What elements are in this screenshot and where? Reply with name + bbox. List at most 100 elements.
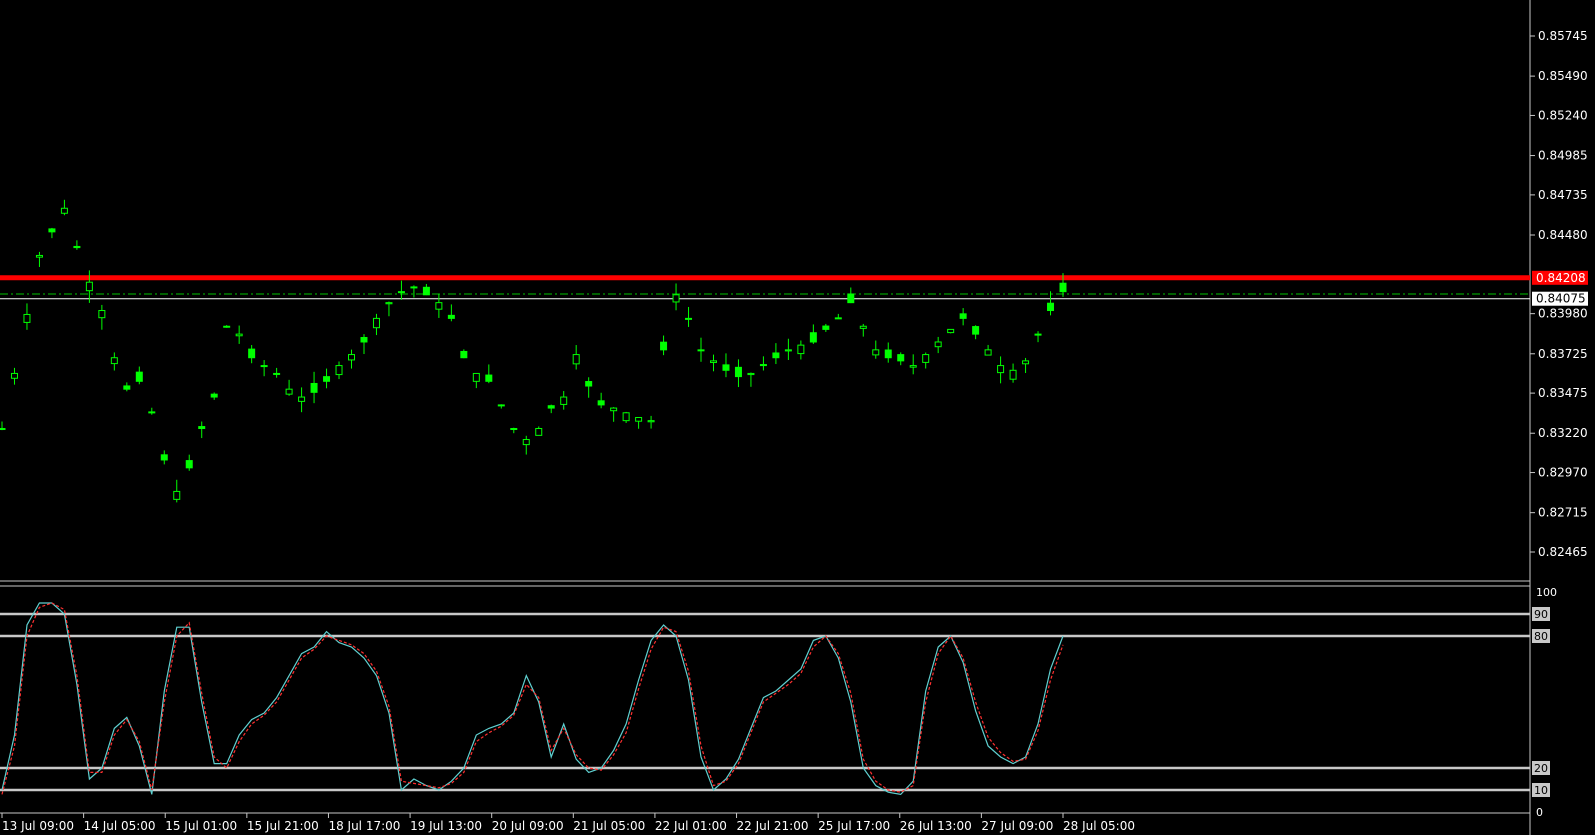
- candle-body: [1059, 282, 1067, 293]
- candle-body: [997, 365, 1005, 374]
- candle-body: [947, 328, 955, 334]
- chart-root: 0.85745 0.85490 0.85240 0.84985 0.84735 0.844…: [0, 0, 1595, 835]
- candle-body: [597, 400, 605, 406]
- candle-body: [310, 382, 318, 393]
- candle-body: [123, 385, 131, 390]
- price-tick-label: 0.82715: [1538, 506, 1588, 520]
- price-tick-label: 0.83725: [1538, 347, 1588, 361]
- candle: [947, 328, 955, 334]
- candle-body: [685, 317, 693, 320]
- candle-body: [722, 364, 730, 371]
- candle-body: [198, 426, 206, 430]
- candle-body: [897, 354, 905, 362]
- candle-body: [797, 344, 805, 355]
- candle-body: [323, 376, 331, 382]
- candle-body: [1009, 369, 1017, 380]
- time-tick-label: 21 Jul 05:00: [573, 819, 645, 833]
- candle-body: [959, 313, 967, 319]
- time-tick-label: 20 Jul 09:00: [492, 819, 564, 833]
- time-tick-label: 26 Jul 13:00: [900, 819, 972, 833]
- osc-level-label: 80: [1534, 630, 1548, 643]
- price-tick-label: 0.85240: [1538, 108, 1588, 122]
- candle-body: [23, 313, 31, 323]
- time-tick-label: 22 Jul 21:00: [737, 819, 809, 833]
- candle-body: [622, 412, 630, 422]
- time-tick-label: 14 Jul 05:00: [84, 819, 156, 833]
- candle-body: [759, 364, 767, 367]
- time-tick-label: 15 Jul 01:00: [165, 819, 237, 833]
- candle-body: [447, 314, 455, 319]
- candle-body: [909, 365, 917, 368]
- time-tick-label: 25 Jul 17:00: [818, 819, 890, 833]
- price-tick-label: 0.83980: [1538, 307, 1588, 321]
- candle-body: [422, 286, 430, 296]
- candle-body: [248, 348, 256, 359]
- candle-body: [647, 420, 655, 423]
- candle-body: [934, 341, 942, 348]
- candle-body: [148, 411, 156, 414]
- candle-body: [85, 281, 93, 292]
- candle-body: [48, 228, 56, 233]
- price-tick-label: 0.82465: [1538, 545, 1588, 559]
- candle-body: [160, 454, 168, 461]
- osc-tick-label: 100: [1536, 586, 1557, 599]
- candle-body: [660, 341, 668, 351]
- candle-body: [435, 302, 443, 310]
- candle-body: [360, 337, 368, 343]
- candle-body: [784, 349, 792, 352]
- candle-body: [822, 325, 830, 330]
- candle-body: [635, 416, 643, 422]
- candle-body: [372, 317, 380, 329]
- candle-body: [572, 354, 580, 365]
- time-tick-label: 19 Jul 13:00: [410, 819, 482, 833]
- candle-body: [410, 286, 418, 289]
- price-tick-label: 0.83475: [1538, 386, 1588, 400]
- candle-body: [397, 291, 405, 294]
- candle-body: [273, 372, 281, 375]
- time-tick-label: 13 Jul 09:00: [2, 819, 74, 833]
- candle-body: [460, 350, 468, 359]
- price-tick-label: 0.83220: [1538, 426, 1588, 440]
- candle-body: [110, 357, 118, 365]
- candle-body: [847, 293, 855, 304]
- candle-body: [510, 428, 518, 431]
- candle-body: [610, 407, 618, 412]
- price-tick-label: 0.84480: [1538, 228, 1588, 242]
- candle-body: [260, 365, 268, 368]
- candle-body: [984, 349, 992, 356]
- candle-body: [772, 352, 780, 359]
- candle-body: [672, 294, 680, 303]
- candle-body: [485, 374, 493, 382]
- osc-tick-label: 0: [1536, 806, 1543, 819]
- candle-body: [98, 310, 106, 319]
- candle-body: [285, 388, 293, 395]
- candle-body: [834, 317, 842, 320]
- candle-body: [348, 354, 356, 361]
- candle-body: [135, 371, 143, 382]
- candle-body: [1047, 302, 1055, 312]
- candle-body: [173, 490, 181, 500]
- candle-body: [547, 405, 555, 409]
- candle-body: [1034, 333, 1042, 336]
- candle-body: [10, 372, 18, 379]
- candle-body: [185, 460, 193, 469]
- candle-body: [697, 349, 705, 352]
- price-tick-label: 0.84735: [1538, 188, 1588, 202]
- candle-body: [35, 254, 43, 258]
- candle-body: [497, 404, 505, 407]
- price-tick-label: 0.82970: [1538, 466, 1588, 480]
- candle-body: [472, 372, 480, 382]
- candle-body: [809, 332, 817, 343]
- candle-body: [385, 302, 393, 305]
- price-tick-label: 0.85745: [1538, 29, 1588, 43]
- candle-body: [560, 396, 568, 405]
- candle-body: [223, 325, 231, 328]
- osc-level-label: 90: [1534, 608, 1548, 621]
- time-tick-label: 28 Jul 05:00: [1063, 819, 1135, 833]
- candle-body: [972, 326, 980, 335]
- candle-body: [872, 349, 880, 356]
- time-tick-label: 18 Jul 17:00: [328, 819, 400, 833]
- time-tick-label: 15 Jul 21:00: [247, 819, 319, 833]
- time-tick-label: 22 Jul 01:00: [655, 819, 727, 833]
- candle-body: [522, 439, 530, 446]
